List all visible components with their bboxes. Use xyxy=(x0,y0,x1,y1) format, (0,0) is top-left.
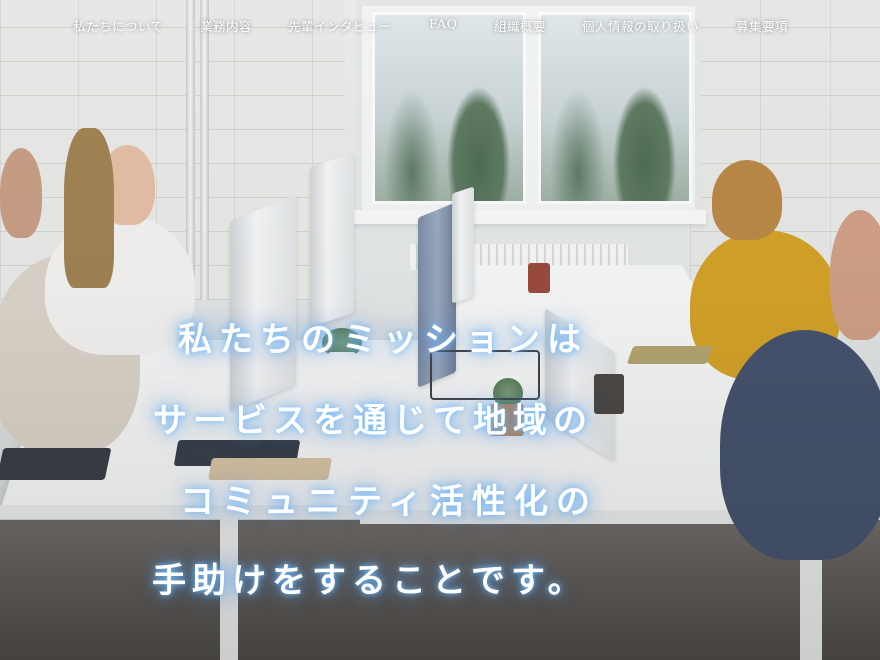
mission-line-4: 手助けをすることです。 xyxy=(152,561,588,601)
hero-section: 私たちについて 業務内容 先輩インタビュー FAQ 組織概要 個人情報の取り扱い… xyxy=(0,0,880,660)
mission-line-1: 私たちのミッションは xyxy=(178,320,588,360)
mission-statement: 私たちのミッションは サービスを通じて地域の コミュニティ活性化の 手助けをする… xyxy=(0,0,880,660)
mission-line-2: サービスを通じて地域の xyxy=(153,401,593,441)
mission-line-3: コミュニティ活性化の xyxy=(180,482,598,522)
